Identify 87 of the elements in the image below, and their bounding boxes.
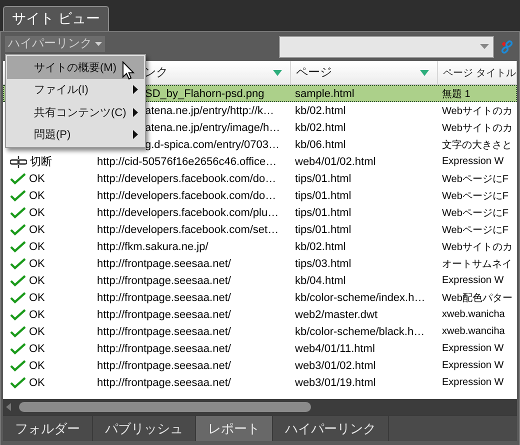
status-text: OK: [29, 224, 45, 236]
page-path[interactable]: kb/04.html: [295, 274, 346, 286]
page-path[interactable]: sample.html: [295, 88, 354, 100]
link-url: http://developers.facebook.com/plu…: [97, 206, 279, 218]
filter-field[interactable]: [279, 36, 494, 58]
view-tab[interactable]: レポート: [196, 416, 273, 441]
horizontal-scrollbar[interactable]: [3, 399, 517, 415]
column-header[interactable]: ページ タイトル: [443, 66, 516, 80]
status-text: 切断: [30, 155, 52, 169]
link-url: http://fkm.sakura.ne.jp/: [97, 240, 208, 252]
page-title: 無題 1: [442, 88, 470, 100]
status-text: OK: [29, 240, 45, 252]
page-path[interactable]: kb/06.html: [295, 138, 346, 150]
link-url: SD_by_Flahorn-psd.png: [145, 88, 264, 100]
page-title: Web配色パター: [442, 292, 512, 304]
page-path[interactable]: kb/02.html: [295, 122, 346, 134]
status-text: OK: [29, 326, 45, 338]
link-url: http://frontpage.seesaa.net/: [97, 342, 231, 354]
status-text: OK: [29, 258, 45, 270]
page-title: Expression W: [442, 156, 504, 167]
status-text: OK: [29, 292, 45, 304]
page-path[interactable]: web3/01/02.html: [295, 360, 376, 372]
page-path[interactable]: kb/02.html: [295, 104, 346, 116]
status-text: OK: [29, 190, 45, 202]
page-title: Expression W: [442, 275, 504, 286]
status-text: OK: [29, 206, 45, 218]
page-title: WebページにF: [442, 208, 508, 218]
page-path[interactable]: kb/color-scheme/index.h…: [295, 292, 426, 304]
link-url: g.d-spica.com/entry/0703…: [145, 138, 280, 150]
menu-item[interactable]: サイトの概要(M): [7, 56, 144, 78]
status-text: OK: [29, 342, 45, 354]
link-url: http://developers.facebook.com/do…: [97, 172, 276, 184]
view-tab[interactable]: ハイパーリンク: [273, 416, 389, 441]
page-title: xweb.wanciha: [442, 326, 505, 337]
page-path[interactable]: tips/01.html: [295, 224, 352, 236]
page-path[interactable]: tips/03.html: [295, 258, 352, 270]
menu-item[interactable]: 問題(P): [7, 124, 144, 146]
page-path[interactable]: tips/01.html: [295, 190, 352, 202]
page-title: Webサイトのカ: [442, 106, 512, 116]
link-url: http://developers.facebook.com/do…: [97, 190, 276, 202]
caret-icon: [95, 42, 102, 46]
page-title: WebページにF: [442, 174, 508, 184]
link-url: http://developers.facebook.com/set…: [97, 224, 279, 236]
scroll-left-icon[interactable]: [6, 403, 11, 411]
scroll-thumb[interactable]: [19, 402, 311, 412]
page-title: Webサイトのカ: [442, 122, 512, 134]
page-title: Webサイトのカ: [442, 242, 512, 252]
page-title: 文字の大きさと: [442, 140, 512, 150]
window-tab[interactable]: サイト ビュー: [3, 6, 109, 31]
page-title: WebページにF: [442, 224, 508, 236]
page-path[interactable]: web4/01/11.html: [295, 342, 375, 354]
page-title: Expression W: [442, 377, 504, 388]
page-title: Expression W: [442, 360, 504, 371]
status-text: OK: [29, 172, 45, 184]
link-url: http://cid-50576f16e2656c46.office…: [97, 156, 277, 168]
link-url: http://frontpage.seesaa.net/: [97, 308, 231, 320]
dropdown-arrow-icon: [480, 44, 489, 49]
status-text: OK: [29, 274, 45, 286]
link-url: http://frontpage.seesaa.net/: [97, 376, 231, 388]
mouse-cursor-icon: [122, 61, 135, 80]
page-path[interactable]: tips/01.html: [295, 172, 352, 184]
status-text: OK: [29, 376, 45, 388]
column-header[interactable]: ンク: [144, 64, 168, 81]
page-title: xweb.wanicha: [442, 309, 505, 320]
link-url: http://frontpage.seesaa.net/: [97, 360, 231, 372]
page-path[interactable]: web4/01/02.html: [295, 156, 376, 168]
column-header[interactable]: ページ: [296, 64, 332, 81]
page-path[interactable]: web2/master.dwt: [295, 308, 378, 320]
link-url: atena.ne.jp/entry/image/h…: [145, 122, 280, 134]
link-url: http://frontpage.seesaa.net/: [97, 274, 231, 286]
page-title: オートサムネイ: [442, 258, 512, 270]
menu-item[interactable]: 共有コンテンツ(C): [7, 101, 144, 124]
page-path[interactable]: tips/01.html: [295, 206, 352, 218]
view-tab[interactable]: フォルダー: [3, 416, 93, 441]
status-text: OK: [29, 360, 45, 372]
page-title: Expression W: [442, 343, 504, 354]
link-url: http://frontpage.seesaa.net/: [97, 258, 231, 270]
page-path[interactable]: kb/color-scheme/black.h…: [295, 326, 425, 338]
page-path[interactable]: kb/02.html: [295, 240, 346, 252]
page-title: WebページにF: [442, 190, 508, 202]
link-url: http://frontpage.seesaa.net/: [97, 292, 231, 304]
link-icon[interactable]: [499, 38, 515, 54]
status-text: OK: [29, 308, 45, 320]
menu-item[interactable]: ファイル(I): [7, 78, 144, 101]
page-path[interactable]: web3/01/19.html: [295, 376, 376, 388]
link-url: atena.ne.jp/entry/http://k…: [145, 104, 274, 116]
link-url: http://frontpage.seesaa.net/: [97, 326, 231, 338]
